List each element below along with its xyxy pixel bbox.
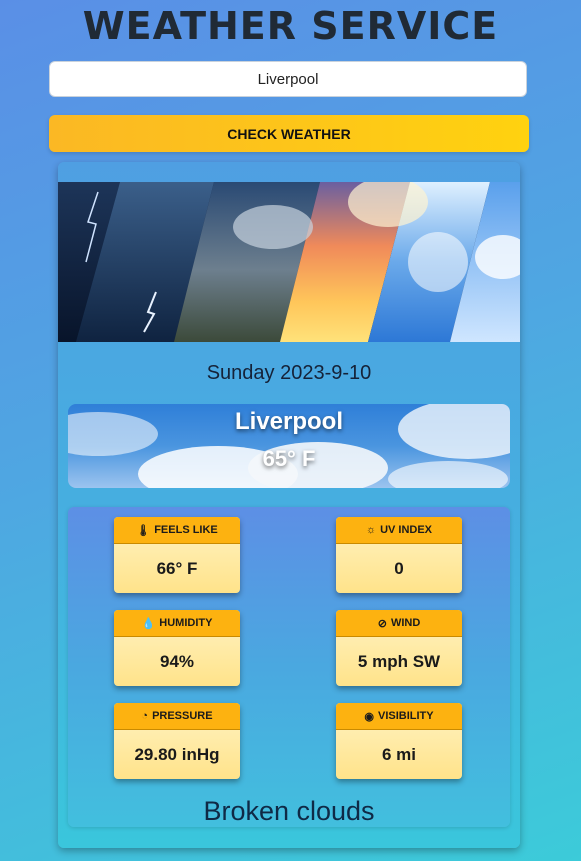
metric-feels-like: 🌡 FEELS LIKE 66° F [114, 517, 240, 593]
check-weather-button[interactable]: CHECK WEATHER [49, 115, 529, 152]
metric-humidity: 💧 HUMIDITY 94% [114, 610, 240, 686]
metric-label: WIND [390, 617, 421, 629]
metric-label: VISIBILITY [377, 710, 434, 722]
droplet-icon: 💧 [141, 617, 156, 630]
metric-uv-index: ☼ UV INDEX 0 [336, 517, 462, 593]
eye-icon: ◉ [364, 710, 374, 723]
weather-hero-image [58, 182, 520, 342]
metrics-panel: 🌡 FEELS LIKE 66° F ☼ UV INDEX 0 💧 HUMIDITY … [68, 507, 510, 827]
metric-value: 0 [394, 559, 404, 578]
metric-visibility: ◉ VISIBILITY 6 mi [336, 703, 462, 779]
metric-wind: ⊘ WIND 5 mph SW [336, 610, 462, 686]
weather-description: Broken clouds [203, 796, 375, 826]
metric-value: 66° F [156, 559, 198, 578]
metric-value: 6 mi [381, 745, 417, 764]
sun-icon: ☼ [365, 524, 377, 536]
metric-label: PRESSURE [152, 710, 213, 722]
metric-label: UV INDEX [380, 524, 433, 536]
metric-value: 5 mph SW [357, 652, 441, 671]
thermometer-icon: 🌡 [136, 524, 151, 537]
compass-icon: ⊘ [377, 617, 387, 630]
forecast-date: Sunday 2023-9-10 [206, 362, 372, 384]
gauge-icon: ◔ [141, 710, 149, 722]
city-search-input[interactable] [49, 61, 527, 97]
metric-value: 94% [159, 652, 195, 671]
metric-value: 29.80 inHg [134, 745, 220, 764]
weather-card: Sunday 2023-9-10 Liverpool 65° F 🌡 FEELS … [58, 162, 520, 848]
current-temperature: 65° F [262, 446, 316, 471]
metric-label: HUMIDITY [159, 617, 213, 629]
metric-pressure: ◔ PRESSURE 29.80 inHg [114, 703, 240, 779]
city-banner: Liverpool 65° F [68, 404, 510, 488]
city-name: Liverpool [234, 408, 343, 435]
app-title: WEATHER SERVICE [82, 4, 499, 48]
metric-label: FEELS LIKE [154, 524, 218, 536]
